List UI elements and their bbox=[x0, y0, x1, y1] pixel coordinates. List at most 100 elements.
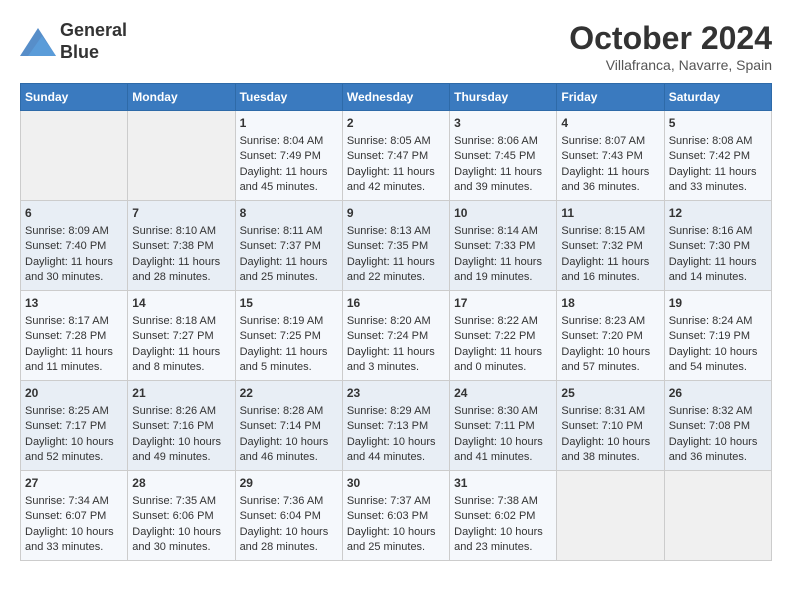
day-info: Daylight: 11 hours and 30 minutes. bbox=[25, 255, 123, 286]
day-info: Daylight: 10 hours and 38 minutes. bbox=[561, 435, 659, 466]
day-info: Sunrise: 8:06 AM bbox=[454, 134, 552, 149]
day-number: 17 bbox=[454, 295, 552, 312]
day-info: Sunrise: 8:13 AM bbox=[347, 224, 445, 239]
calendar-cell: 10Sunrise: 8:14 AMSunset: 7:33 PMDayligh… bbox=[450, 201, 557, 291]
day-info: Sunset: 7:14 PM bbox=[240, 419, 338, 434]
day-number: 3 bbox=[454, 115, 552, 132]
calendar-cell: 17Sunrise: 8:22 AMSunset: 7:22 PMDayligh… bbox=[450, 291, 557, 381]
logo: General Blue bbox=[20, 20, 127, 63]
calendar-cell: 5Sunrise: 8:08 AMSunset: 7:42 PMDaylight… bbox=[664, 111, 771, 201]
day-info: Daylight: 11 hours and 22 minutes. bbox=[347, 255, 445, 286]
weekday-header-sunday: Sunday bbox=[21, 84, 128, 111]
calendar-cell: 16 Sunrise: 8:20 AMSunset: 7:24 PMDayligh… bbox=[342, 291, 449, 381]
day-number: 25 bbox=[561, 385, 659, 402]
day-info: Sunset: 7:42 PM bbox=[669, 149, 767, 164]
day-info: Sunset: 7:32 PM bbox=[561, 239, 659, 254]
day-number: 14 bbox=[132, 295, 230, 312]
day-info: Sunset: 7:20 PM bbox=[561, 329, 659, 344]
day-info: Daylight: 10 hours and 57 minutes. bbox=[561, 345, 659, 376]
day-number: 9 bbox=[347, 205, 445, 222]
day-info: Sunset: 6:03 PM bbox=[347, 509, 445, 524]
day-number: 1 bbox=[240, 115, 338, 132]
calendar-cell: 23Sunrise: 8:29 AMSunset: 7:13 PMDayligh… bbox=[342, 381, 449, 471]
day-info: Sunrise: 8:20 AM bbox=[347, 314, 445, 329]
day-number: 15 bbox=[240, 295, 338, 312]
calendar-cell: 13Sunrise: 8:17 AMSunset: 7:28 PMDayligh… bbox=[21, 291, 128, 381]
day-info: Sunrise: 8:28 AM bbox=[240, 404, 338, 419]
day-number: 4 bbox=[561, 115, 659, 132]
day-info: Daylight: 10 hours and 30 minutes. bbox=[132, 525, 230, 556]
day-info: Sunset: 7:35 PM bbox=[347, 239, 445, 254]
calendar-cell bbox=[664, 471, 771, 561]
day-info: Sunset: 7:38 PM bbox=[132, 239, 230, 254]
day-number: 19 bbox=[669, 295, 767, 312]
calendar-week-5: 27Sunrise: 7:34 AMSunset: 6:07 PMDayligh… bbox=[21, 471, 772, 561]
day-info: Sunrise: 8:23 AM bbox=[561, 314, 659, 329]
day-info: Daylight: 10 hours and 28 minutes. bbox=[240, 525, 338, 556]
logo-icon bbox=[20, 28, 56, 56]
day-info: Daylight: 10 hours and 25 minutes. bbox=[347, 525, 445, 556]
calendar-cell: 11Sunrise: 8:15 AMSunset: 7:32 PMDayligh… bbox=[557, 201, 664, 291]
day-number: 7 bbox=[132, 205, 230, 222]
calendar-cell: 29Sunrise: 7:36 AMSunset: 6:04 PMDayligh… bbox=[235, 471, 342, 561]
day-info: Sunrise: 8:07 AM bbox=[561, 134, 659, 149]
calendar-cell: 14Sunrise: 8:18 AMSunset: 7:27 PMDayligh… bbox=[128, 291, 235, 381]
day-number: 5 bbox=[669, 115, 767, 132]
calendar-week-2: 6Sunrise: 8:09 AMSunset: 7:40 PMDaylight… bbox=[21, 201, 772, 291]
day-info: Daylight: 10 hours and 41 minutes. bbox=[454, 435, 552, 466]
calendar-cell: 26Sunrise: 8:32 AMSunset: 7:08 PMDayligh… bbox=[664, 381, 771, 471]
day-number: 26 bbox=[669, 385, 767, 402]
day-info: Sunrise: 8:08 AM bbox=[669, 134, 767, 149]
day-info: Sunset: 7:10 PM bbox=[561, 419, 659, 434]
day-info: Daylight: 10 hours and 33 minutes. bbox=[25, 525, 123, 556]
day-info: Sunrise: 8:14 AM bbox=[454, 224, 552, 239]
calendar-cell bbox=[557, 471, 664, 561]
day-info: Daylight: 11 hours and 16 minutes. bbox=[561, 255, 659, 286]
day-info: Daylight: 11 hours and 19 minutes. bbox=[454, 255, 552, 286]
day-info: Sunrise: 7:36 AM bbox=[240, 494, 338, 509]
day-info: Sunrise: 7:35 AM bbox=[132, 494, 230, 509]
day-info: Daylight: 11 hours and 8 minutes. bbox=[132, 345, 230, 376]
day-info: Sunset: 7:17 PM bbox=[25, 419, 123, 434]
day-number: 12 bbox=[669, 205, 767, 222]
day-info: Sunrise: 8:30 AM bbox=[454, 404, 552, 419]
day-number: 6 bbox=[25, 205, 123, 222]
calendar-cell: 6Sunrise: 8:09 AMSunset: 7:40 PMDaylight… bbox=[21, 201, 128, 291]
calendar-cell bbox=[128, 111, 235, 201]
day-info: Sunset: 7:40 PM bbox=[25, 239, 123, 254]
day-info: Daylight: 11 hours and 39 minutes. bbox=[454, 165, 552, 196]
calendar-cell bbox=[21, 111, 128, 201]
calendar-cell: 30Sunrise: 7:37 AMSunset: 6:03 PMDayligh… bbox=[342, 471, 449, 561]
day-info: Daylight: 10 hours and 46 minutes. bbox=[240, 435, 338, 466]
day-info: Sunrise: 8:18 AM bbox=[132, 314, 230, 329]
day-info: Daylight: 11 hours and 45 minutes. bbox=[240, 165, 338, 196]
day-info: Sunset: 7:24 PM bbox=[347, 329, 445, 344]
day-info: Daylight: 10 hours and 49 minutes. bbox=[132, 435, 230, 466]
calendar-cell: 19Sunrise: 8:24 AMSunset: 7:19 PMDayligh… bbox=[664, 291, 771, 381]
day-number: 16 bbox=[347, 295, 445, 312]
day-info: Sunrise: 8:31 AM bbox=[561, 404, 659, 419]
day-info: Daylight: 10 hours and 52 minutes. bbox=[25, 435, 123, 466]
day-number: 2 bbox=[347, 115, 445, 132]
calendar-cell: 24Sunrise: 8:30 AMSunset: 7:11 PMDayligh… bbox=[450, 381, 557, 471]
title-block: October 2024 Villafranca, Navarre, Spain bbox=[569, 20, 772, 73]
calendar-cell: 21Sunrise: 8:26 AMSunset: 7:16 PMDayligh… bbox=[128, 381, 235, 471]
calendar-cell: 15Sunrise: 8:19 AMSunset: 7:25 PMDayligh… bbox=[235, 291, 342, 381]
day-info: Daylight: 11 hours and 3 minutes. bbox=[347, 345, 445, 376]
location: Villafranca, Navarre, Spain bbox=[569, 57, 772, 73]
day-info: Sunset: 7:28 PM bbox=[25, 329, 123, 344]
day-number: 13 bbox=[25, 295, 123, 312]
day-info: Daylight: 11 hours and 36 minutes. bbox=[561, 165, 659, 196]
day-info: Sunset: 7:43 PM bbox=[561, 149, 659, 164]
calendar-cell: 1Sunrise: 8:04 AMSunset: 7:49 PMDaylight… bbox=[235, 111, 342, 201]
day-number: 18 bbox=[561, 295, 659, 312]
logo-text: General Blue bbox=[60, 20, 127, 63]
day-info: Sunset: 7:47 PM bbox=[347, 149, 445, 164]
day-info: Sunset: 7:25 PM bbox=[240, 329, 338, 344]
calendar-week-3: 13Sunrise: 8:17 AMSunset: 7:28 PMDayligh… bbox=[21, 291, 772, 381]
day-info: Sunrise: 8:26 AM bbox=[132, 404, 230, 419]
weekday-header-friday: Friday bbox=[557, 84, 664, 111]
day-info: Sunset: 7:16 PM bbox=[132, 419, 230, 434]
day-info: Sunrise: 8:24 AM bbox=[669, 314, 767, 329]
day-info: Daylight: 11 hours and 5 minutes. bbox=[240, 345, 338, 376]
